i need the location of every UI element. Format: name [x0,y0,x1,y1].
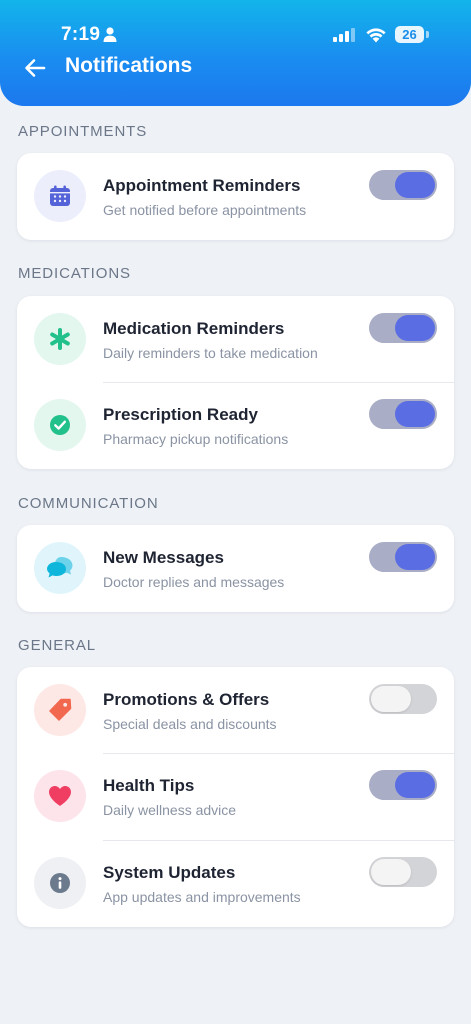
tag-icon [34,684,86,736]
back-button[interactable] [20,53,50,83]
cellular-signal-icon [333,28,355,42]
battery-indicator: 26 [395,26,429,44]
row-divider [103,753,454,754]
status-bar: 7:19 26 [0,22,471,48]
battery-level: 26 [395,26,424,43]
card-communication: New Messages Doctor replies and messages [17,525,454,612]
card-appointments: Appointment Reminders Get notified befor… [17,153,454,240]
setting-row-promotions-offers: Promotions & Offers Special deals and di… [17,667,454,754]
toggle-knob [395,172,435,198]
page-title: Notifications [65,54,193,77]
setting-title: New Messages [103,548,224,567]
check-circle-icon [34,399,86,451]
toggle-knob [395,315,435,341]
heart-icon [34,770,86,822]
toggle-knob [371,686,411,712]
setting-title: Promotions & Offers [103,690,270,709]
toggle-prescription-ready[interactable] [369,399,437,429]
battery-cap [426,31,429,38]
section-label-communication: COMMUNICATION [18,495,159,512]
status-time: 7:19 [61,24,101,45]
toggle-system-updates[interactable] [369,857,437,887]
setting-title: Health Tips [103,776,195,795]
card-general: Promotions & Offers Special deals and di… [17,667,454,927]
setting-subtitle: Get notified before appointments [103,202,307,218]
chat-bubbles-icon [34,542,86,594]
setting-row-system-updates: System Updates App updates and improveme… [17,840,454,927]
calendar-icon [34,170,86,222]
setting-subtitle: Pharmacy pickup notifications [103,431,289,447]
toggle-health-tips[interactable] [369,770,437,800]
toggle-knob [371,859,411,885]
arrow-left-icon [25,59,46,77]
asterisk-icon [34,313,86,365]
card-medications: Medication Reminders Daily reminders to … [17,296,454,469]
setting-subtitle: Doctor replies and messages [103,574,285,590]
section-label-medications: MEDICATIONS [18,265,131,282]
toggle-medication-reminders[interactable] [369,313,437,343]
setting-subtitle: App updates and improvements [103,889,301,905]
toggle-new-messages[interactable] [369,542,437,572]
toggle-knob [395,401,435,427]
setting-title: Prescription Ready [103,405,258,424]
setting-title: System Updates [103,863,236,882]
setting-row-new-messages: New Messages Doctor replies and messages [17,525,454,612]
setting-row-appointment-reminders: Appointment Reminders Get notified befor… [17,153,454,240]
toggle-promotions-offers[interactable] [369,684,437,714]
setting-subtitle: Daily wellness advice [103,802,237,818]
section-label-general: GENERAL [18,637,96,654]
section-label-appointments: APPOINTMENTS [18,123,148,140]
row-divider [103,382,454,383]
setting-subtitle: Special deals and discounts [103,716,277,732]
setting-row-health-tips: Health Tips Daily wellness advice [17,753,454,840]
toggle-appointment-reminders[interactable] [369,170,437,200]
setting-subtitle: Daily reminders to take medication [103,345,318,361]
setting-title: Appointment Reminders [103,176,301,195]
wifi-icon [366,28,386,43]
info-icon [34,857,86,909]
toggle-knob [395,544,435,570]
toggle-knob [395,772,435,798]
setting-row-medication-reminders: Medication Reminders Daily reminders to … [17,296,454,383]
setting-row-prescription-ready: Prescription Ready Pharmacy pickup notif… [17,382,454,469]
setting-title: Medication Reminders [103,319,285,338]
header-bar: 7:19 26 Notifications [0,0,471,106]
person-icon [103,27,117,42]
row-divider [103,840,454,841]
